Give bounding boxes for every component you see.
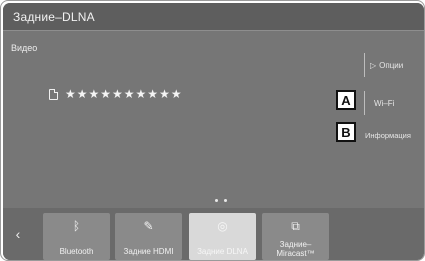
- display-frame: Задние–DLNA Видео ★★★★★★★★★★ ▷ Опции Wi–…: [3, 3, 424, 260]
- page-dot: [215, 199, 218, 202]
- hdmi-plug-icon: ✎: [143, 219, 154, 233]
- info-button[interactable]: Информация: [361, 123, 419, 147]
- callout-a: A: [336, 90, 356, 110]
- source-tile-label: Bluetooth: [59, 247, 94, 256]
- options-icon: ▷: [370, 60, 377, 70]
- wifi-label: Wi–Fi: [374, 98, 395, 108]
- miracast-icon: ⧉: [291, 219, 300, 233]
- callout-b: B: [336, 122, 356, 142]
- source-tile-dlna[interactable]: ◎ Задние DLNA: [189, 213, 256, 260]
- page-title: Задние–DLNA: [13, 10, 95, 24]
- info-label: Информация: [365, 130, 411, 140]
- page-dot: [224, 199, 227, 202]
- source-tile-hdmi[interactable]: ✎ Задние HDMI: [115, 213, 182, 260]
- source-tile-bluetooth[interactable]: ᛒ Bluetooth: [43, 213, 110, 260]
- dlna-icon: ◎: [217, 219, 228, 233]
- options-button[interactable]: ▷ Опции: [364, 53, 422, 77]
- source-bar: ‹ ᛒ Bluetooth ✎ Задние HDMI ◎ Задние DLN…: [3, 208, 424, 260]
- source-tile-label: Задние–Miracast™: [276, 240, 315, 258]
- title-bar: Задние–DLNA: [3, 3, 424, 31]
- wifi-button[interactable]: Wi–Fi: [364, 91, 422, 115]
- source-tile-miracast[interactable]: ⧉ Задние–Miracast™: [262, 213, 329, 260]
- source-tile-label: Задние DLNA: [197, 247, 248, 256]
- options-label: Опции: [379, 60, 404, 70]
- section-label: Видео: [11, 43, 38, 53]
- source-tile-label: Задние HDMI: [123, 247, 174, 256]
- screen: Задние–DLNA Видео ★★★★★★★★★★ ▷ Опции Wi–…: [0, 0, 425, 261]
- back-arrow-icon[interactable]: ‹: [9, 224, 27, 244]
- bluetooth-icon: ᛒ: [72, 219, 81, 233]
- file-icon: [49, 89, 58, 100]
- file-name[interactable]: ★★★★★★★★★★: [65, 87, 183, 101]
- page-indicator: [206, 199, 236, 205]
